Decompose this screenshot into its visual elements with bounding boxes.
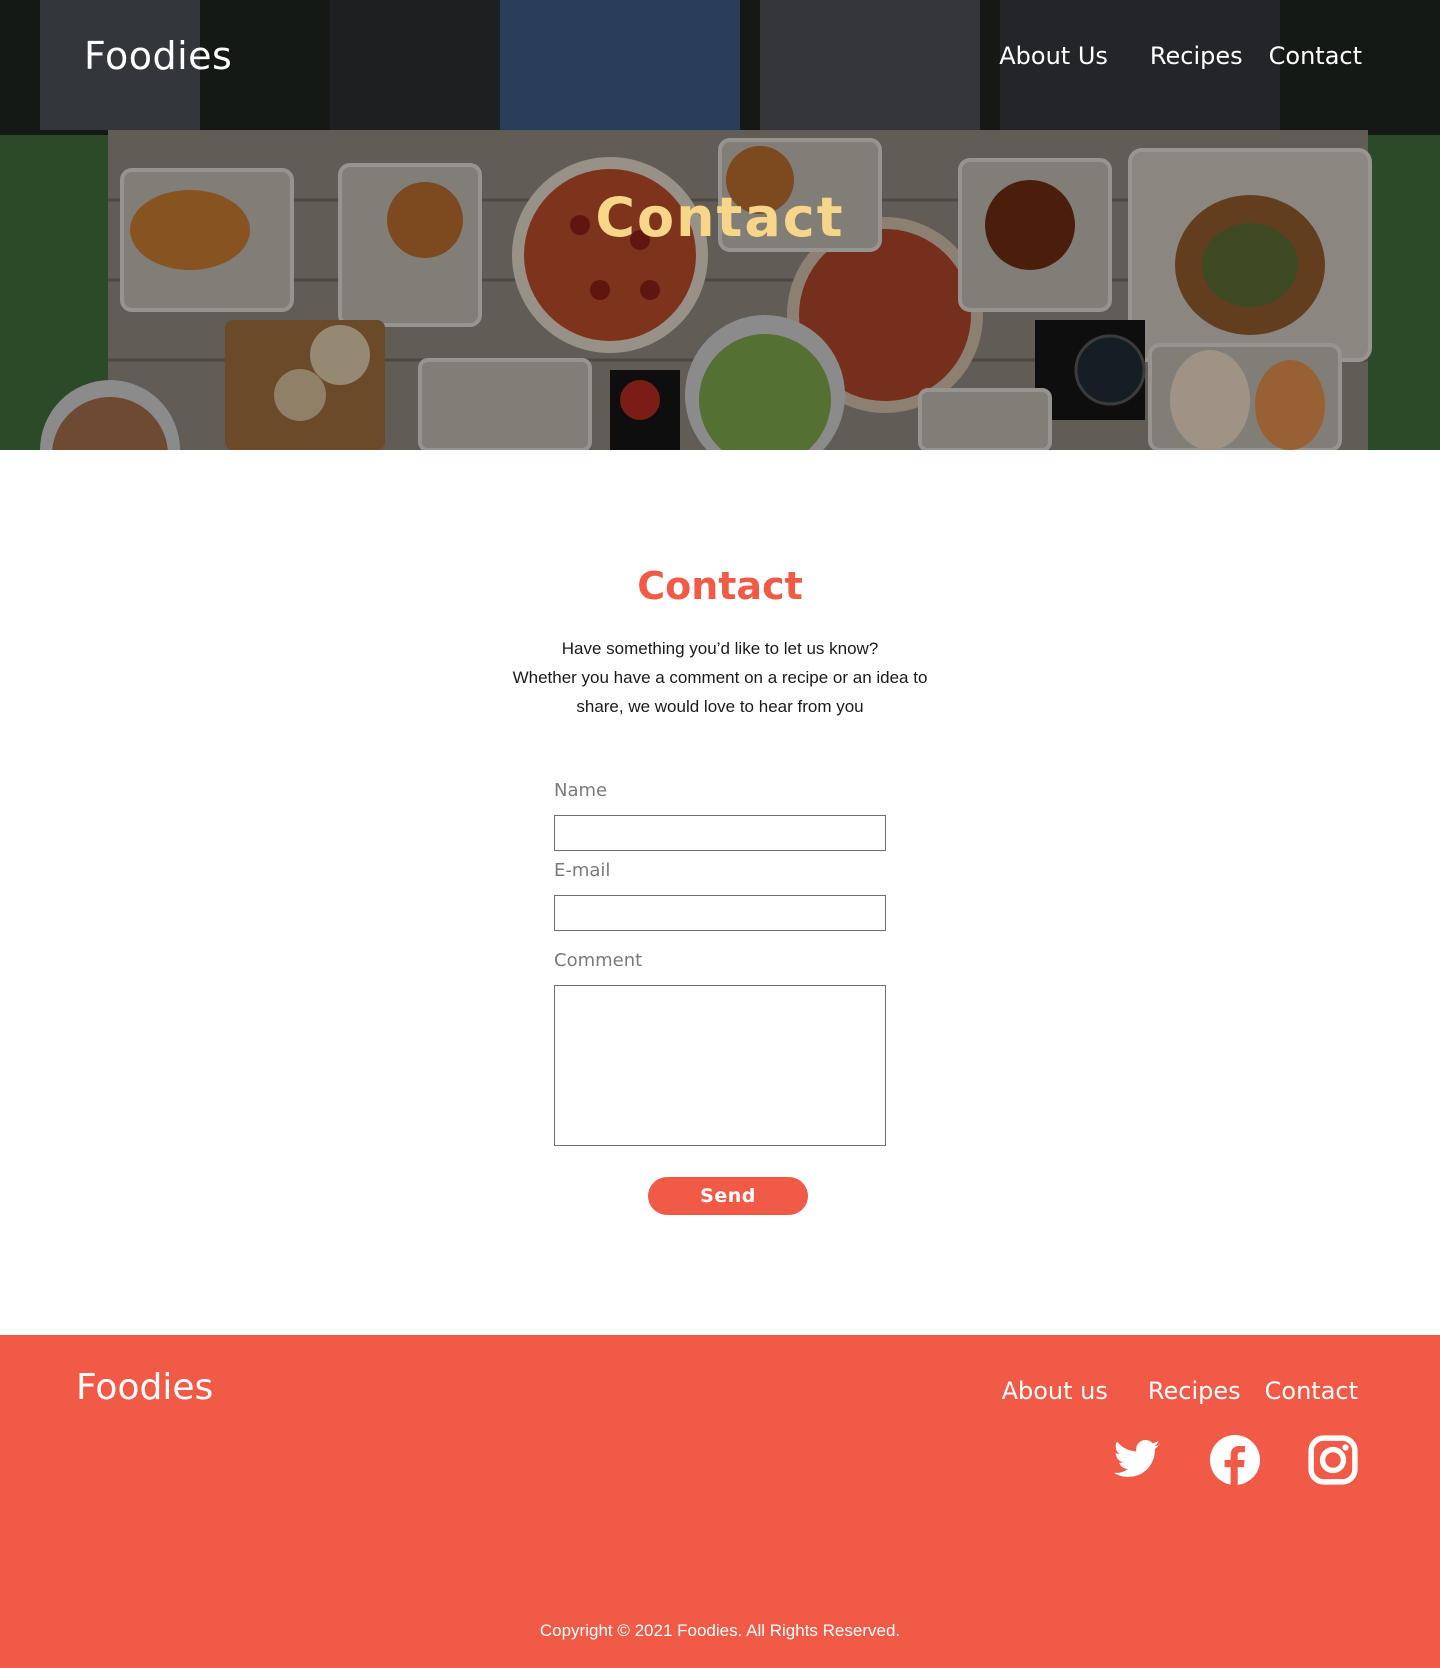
site-footer: Foodies About us Recipes Contact Copyrig… bbox=[0, 1335, 1440, 1668]
footer-link-recipes[interactable]: Recipes bbox=[1148, 1377, 1241, 1405]
social-links bbox=[1112, 1435, 1358, 1485]
hero-title: Contact bbox=[595, 186, 845, 249]
nav-link-about-us[interactable]: About Us bbox=[999, 42, 1108, 70]
hero-banner: Foodies About Us Recipes Contact Contact bbox=[0, 0, 1440, 450]
name-field[interactable] bbox=[554, 815, 886, 851]
facebook-icon[interactable] bbox=[1210, 1435, 1260, 1485]
email-label: E-mail bbox=[554, 860, 611, 881]
contact-section: Contact Have something you’d like to let… bbox=[0, 450, 1440, 1335]
name-label: Name bbox=[554, 780, 608, 801]
email-field[interactable] bbox=[554, 895, 886, 931]
site-logo[interactable]: Foodies bbox=[84, 34, 232, 78]
intro-line: share, we would love to hear from you bbox=[576, 697, 864, 716]
main-nav: About Us Recipes Contact bbox=[999, 42, 1362, 70]
contact-intro: Have something you’d like to let us know… bbox=[470, 634, 970, 721]
nav-link-recipes[interactable]: Recipes bbox=[1150, 42, 1243, 70]
twitter-icon[interactable] bbox=[1112, 1435, 1162, 1485]
intro-line: Have something you’d like to let us know… bbox=[561, 639, 879, 658]
comment-field[interactable] bbox=[554, 985, 886, 1146]
footer-link-about-us[interactable]: About us bbox=[1002, 1377, 1108, 1405]
instagram-icon[interactable] bbox=[1308, 1435, 1358, 1485]
send-button[interactable]: Send bbox=[648, 1177, 808, 1215]
footer-logo[interactable]: Foodies bbox=[76, 1367, 213, 1408]
copyright-text: Copyright © 2021 Foodies. All Rights Res… bbox=[539, 1621, 901, 1640]
footer-link-contact[interactable]: Contact bbox=[1265, 1377, 1358, 1405]
intro-line: Whether you have a comment on a recipe o… bbox=[512, 668, 928, 687]
footer-nav: About us Recipes Contact bbox=[1002, 1377, 1358, 1405]
nav-link-contact[interactable]: Contact bbox=[1269, 42, 1362, 70]
comment-label: Comment bbox=[554, 950, 643, 971]
contact-heading: Contact bbox=[637, 564, 803, 608]
